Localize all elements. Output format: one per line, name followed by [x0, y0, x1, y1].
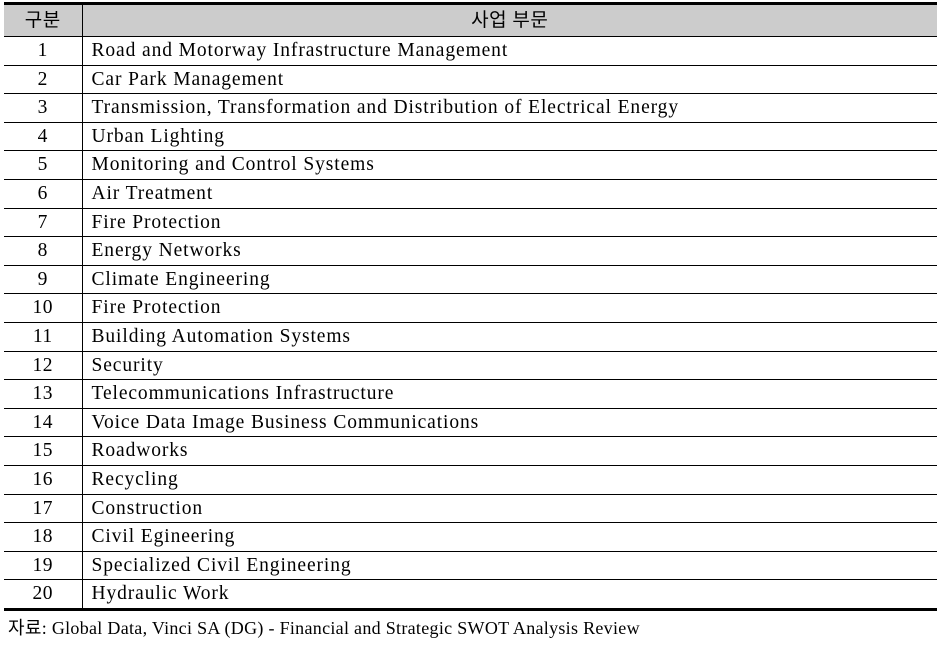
- segment-name: Recycling: [82, 465, 937, 495]
- segment-name: Construction: [82, 494, 937, 524]
- source-note: 자료: Global Data, Vinci SA (DG) - Financi…: [8, 617, 640, 638]
- row-number: 17: [4, 494, 83, 524]
- segment-name: Specialized Civil Engineering: [82, 551, 937, 581]
- row-number: 19: [4, 551, 83, 581]
- row-number: 3: [4, 93, 83, 123]
- row-number: 7: [4, 208, 83, 238]
- table-row: 18 Civil Egineering: [4, 522, 937, 552]
- segment-name: Hydraulic Work: [91, 583, 230, 605]
- row-number: 14: [4, 408, 83, 438]
- segment-name: Voice Data Image Business Communications: [82, 408, 937, 438]
- table-row: 17 Construction: [4, 494, 937, 524]
- row-number: 8: [4, 236, 83, 266]
- row-number: 2: [4, 65, 83, 95]
- row-number: 1: [4, 36, 83, 66]
- table-row: 6 Air Treatment: [4, 179, 937, 209]
- segment-name: Roadworks: [82, 436, 937, 466]
- table-row: 19 Specialized Civil Engineering: [4, 551, 937, 581]
- row-number: 20: [4, 579, 83, 610]
- row-number: 12: [4, 351, 83, 381]
- row-number: 9: [4, 265, 83, 295]
- row-number: 15: [4, 436, 83, 466]
- row-number: 11: [4, 322, 83, 352]
- segment-name: Urban Lighting: [82, 122, 937, 152]
- row-number: 4: [4, 122, 83, 152]
- table-row: 10 Fire Protection: [4, 293, 937, 323]
- table-row: 20 Hydraulic Work: [4, 579, 937, 610]
- row-number: 13: [4, 379, 83, 409]
- table-sheet: 구분 사업 부문 1 Road and Motorway Infrastructu…: [0, 0, 941, 656]
- segment-name: Transmission, Transformation and Distrib…: [82, 93, 937, 123]
- business-segments-table: 구분 사업 부문 1 Road and Motorway Infrastructu…: [4, 2, 937, 611]
- row-number: 18: [4, 522, 83, 552]
- table-row: 3 Transmission, Transformation and Distri…: [4, 93, 937, 123]
- segment-name: Telecommunications Infrastructure: [82, 379, 937, 409]
- table-row: 14 Voice Data Image Business Communicatio…: [4, 408, 937, 438]
- row-number: 16: [4, 465, 83, 495]
- table-row: 11 Building Automation Systems: [4, 322, 937, 352]
- row-number: 10: [4, 293, 83, 323]
- table-row: 13 Telecommunications Infrastructure: [4, 379, 937, 409]
- table-row: 12 Security: [4, 351, 937, 381]
- segment-name: Monitoring and Control Systems: [82, 150, 937, 180]
- table-row: 1 Road and Motorway Infrastructure Manage…: [4, 36, 937, 66]
- table-row: 16 Recycling: [4, 465, 937, 495]
- table-row: 4 Urban Lighting: [4, 122, 937, 152]
- segment-name: Fire Protection: [82, 293, 937, 323]
- segment-name: Road and Motorway Infrastructure Managem…: [82, 36, 937, 66]
- table-row: 2 Car Park Management: [4, 65, 937, 95]
- table-row: 8 Energy Networks: [4, 236, 937, 266]
- table-row: 9 Climate Engineering: [4, 265, 937, 295]
- table-row: 5 Monitoring and Control Systems: [4, 150, 937, 180]
- table-row: 15 Roadworks: [4, 436, 937, 466]
- column-header-segment: 사업 부문: [82, 3, 937, 37]
- table-header-row: 구분 사업 부문: [4, 3, 937, 37]
- table-body: 1 Road and Motorway Infrastructure Manage…: [4, 36, 937, 610]
- table-row: 7 Fire Protection: [4, 208, 937, 238]
- segment-name: Air Treatment: [82, 179, 937, 209]
- row-number: 5: [4, 150, 83, 180]
- column-header-no: 구분: [4, 3, 83, 37]
- segment-name: Building Automation Systems: [82, 322, 937, 352]
- table-header: 구분 사업 부문: [4, 3, 937, 37]
- segment-name: Security: [82, 351, 937, 381]
- row-number: 6: [4, 179, 83, 209]
- segment-name: Fire Protection: [82, 208, 937, 238]
- segment-name: Energy Networks: [82, 236, 937, 266]
- segment-name: Car Park Management: [82, 65, 937, 95]
- segment-name: Climate Engineering: [82, 265, 937, 295]
- segment-name: Civil Egineering: [82, 522, 937, 552]
